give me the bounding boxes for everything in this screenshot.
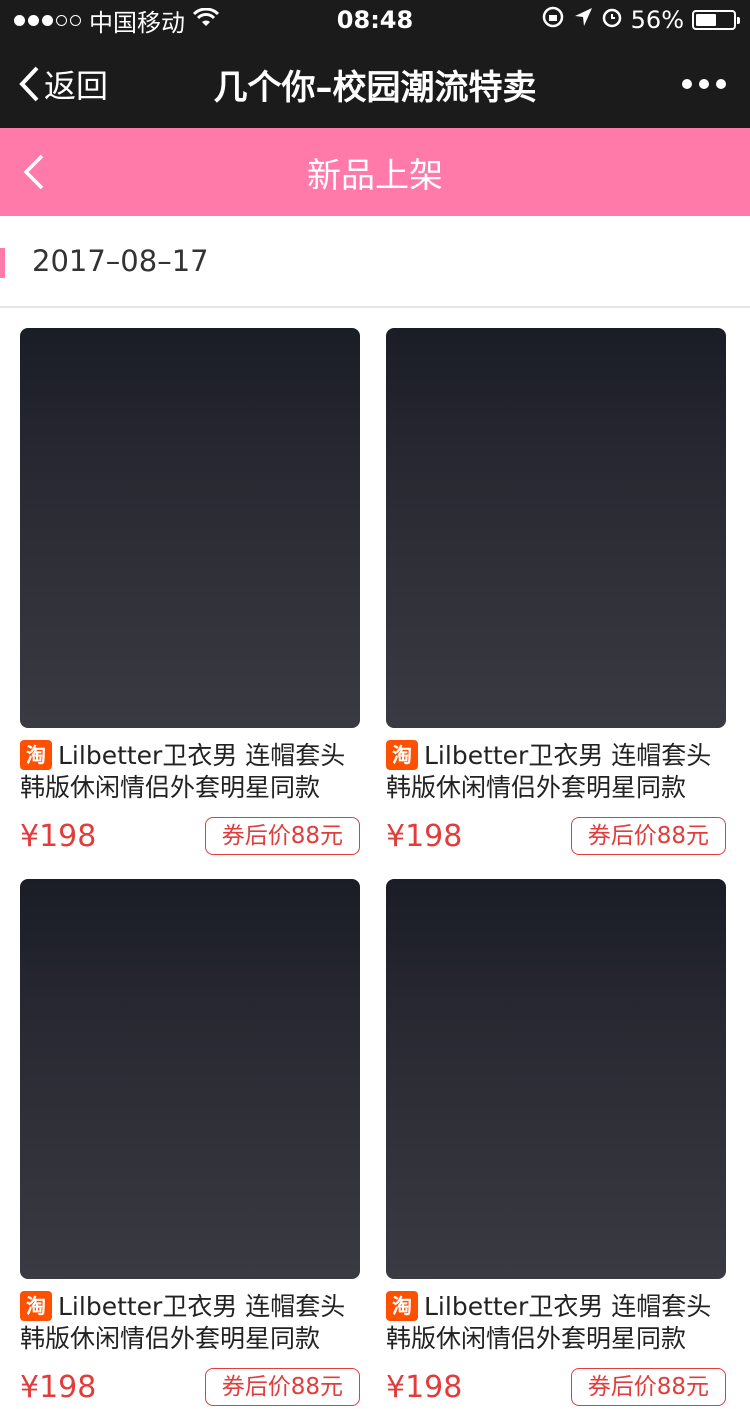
more-dot-icon bbox=[716, 79, 726, 89]
taobao-icon: 淘 bbox=[386, 740, 418, 770]
carrier-name: 中国移动 bbox=[89, 8, 185, 37]
more-dot-icon bbox=[682, 79, 692, 89]
date-marker bbox=[0, 248, 5, 278]
taobao-icon: 淘 bbox=[20, 1291, 52, 1321]
more-dot-icon bbox=[699, 79, 709, 89]
product-title[interactable]: 淘 Lilbetter卫衣男 连帽套头韩版休闲情侣外套明星同款 bbox=[386, 740, 726, 804]
date-row: 2017–08–17 bbox=[0, 216, 750, 308]
product-title-text: Lilbetter卫衣男 连帽套头韩版休闲情侣外套明星同款 bbox=[20, 1292, 346, 1353]
product-card[interactable]: 淘 Lilbetter卫衣男 连帽套头韩版休闲情侣外套明星同款 ¥198 券后价8… bbox=[386, 328, 726, 858]
date-label: 2017–08–17 bbox=[32, 244, 209, 278]
coupon-button[interactable]: 券后价88元 bbox=[570, 1368, 726, 1406]
product-title-text: Lilbetter卫衣男 连帽套头韩版休闲情侣外套明星同款 bbox=[386, 741, 712, 802]
product-title-text: Lilbetter卫衣男 连帽套头韩版休闲情侣外套明星同款 bbox=[386, 1292, 712, 1353]
section-header: 新品上架 bbox=[0, 128, 750, 216]
product-image[interactable] bbox=[20, 879, 360, 1279]
product-card[interactable]: 淘 Lilbetter卫衣男 连帽套头韩版休闲情侣外套明星同款 ¥198 券后价8… bbox=[20, 328, 360, 858]
chevron-left-icon[interactable] bbox=[20, 154, 50, 190]
product-title[interactable]: 淘 Lilbetter卫衣男 连帽套头韩版休闲情侣外套明星同款 bbox=[20, 1291, 360, 1355]
coupon-button[interactable]: 券后价88元 bbox=[204, 817, 360, 855]
lock-rotation-icon bbox=[541, 5, 565, 35]
page-title: 几个你–校园潮流特卖 bbox=[213, 67, 537, 108]
signal-icon bbox=[14, 14, 81, 26]
taobao-icon: 淘 bbox=[386, 1291, 418, 1321]
coupon-button[interactable]: 券后价88元 bbox=[204, 1368, 360, 1406]
product-price: ¥198 bbox=[20, 818, 97, 854]
product-title[interactable]: 淘 Lilbetter卫衣男 连帽套头韩版休闲情侣外套明星同款 bbox=[20, 740, 360, 804]
product-price: ¥198 bbox=[20, 1369, 97, 1405]
product-card[interactable]: 淘 Lilbetter卫衣男 连帽套头韩版休闲情侣外套明星同款 ¥198 券后价8… bbox=[20, 879, 360, 1409]
product-price: ¥198 bbox=[386, 818, 463, 854]
battery-icon bbox=[692, 10, 740, 30]
coupon-button[interactable]: 券后价88元 bbox=[570, 817, 726, 855]
status-bar: 中国移动 08:48 56% bbox=[0, 0, 750, 40]
battery-percent: 56% bbox=[630, 6, 684, 34]
product-image[interactable] bbox=[20, 328, 360, 728]
product-card[interactable]: 淘 Lilbetter卫衣男 连帽套头韩版休闲情侣外套明星同款 ¥198 券后价8… bbox=[386, 879, 726, 1409]
section-title: 新品上架 bbox=[307, 155, 443, 196]
wifi-icon bbox=[192, 6, 220, 34]
product-image[interactable] bbox=[386, 328, 726, 728]
location-icon bbox=[573, 6, 593, 34]
product-image[interactable] bbox=[386, 879, 726, 1279]
alarm-icon bbox=[601, 6, 623, 34]
product-price: ¥198 bbox=[386, 1369, 463, 1405]
taobao-icon: 淘 bbox=[20, 740, 52, 770]
more-button[interactable] bbox=[682, 40, 726, 128]
product-title-text: Lilbetter卫衣男 连帽套头韩版休闲情侣外套明星同款 bbox=[20, 741, 346, 802]
nav-bar: 返回 几个你–校园潮流特卖 bbox=[0, 40, 750, 128]
product-title[interactable]: 淘 Lilbetter卫衣男 连帽套头韩版休闲情侣外套明星同款 bbox=[386, 1291, 726, 1355]
